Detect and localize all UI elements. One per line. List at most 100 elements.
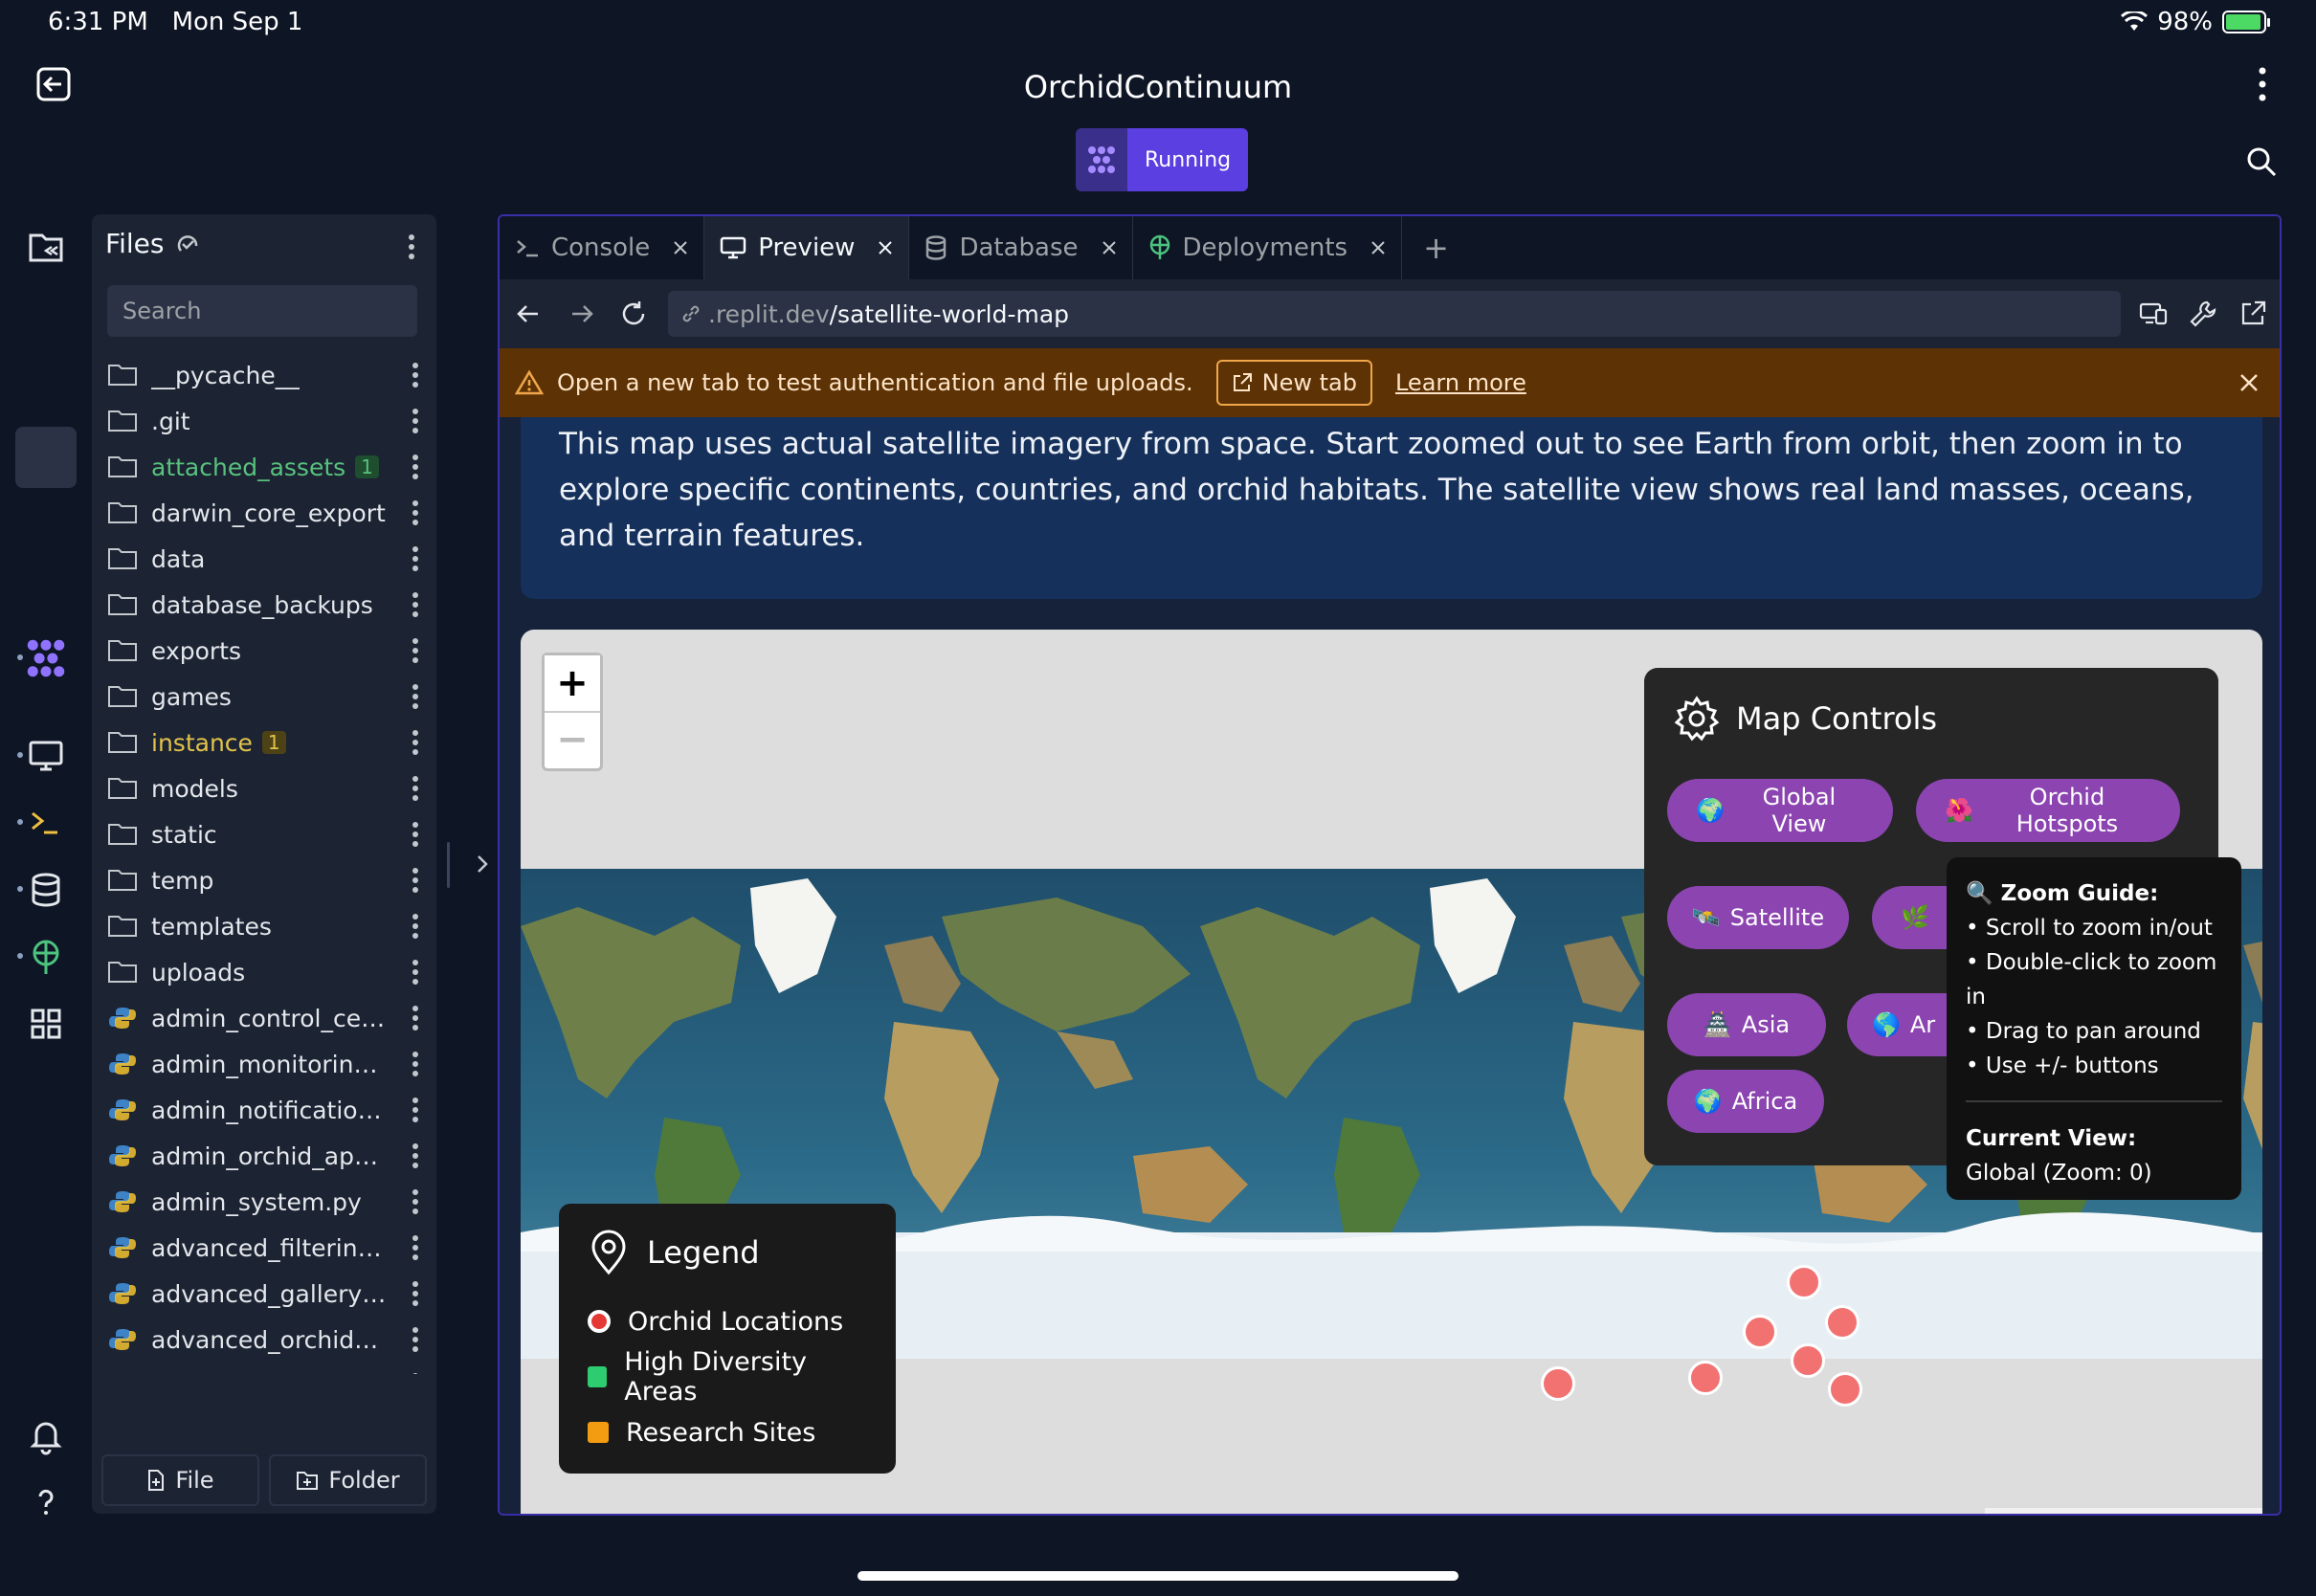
orchid-marker[interactable] <box>1828 1372 1862 1407</box>
files-menu-icon[interactable] <box>408 233 415 260</box>
item-menu-icon[interactable] <box>412 362 419 388</box>
panel-resize-handle[interactable] <box>447 842 450 888</box>
asia-button[interactable]: 🏯 Asia <box>1667 993 1826 1056</box>
item-menu-icon[interactable] <box>412 454 419 480</box>
orchid-marker[interactable] <box>1825 1305 1859 1340</box>
folder-item[interactable]: exports <box>107 628 433 674</box>
satellite-button[interactable]: 🛰️ Satellite <box>1667 886 1849 949</box>
notifications-icon[interactable] <box>25 1414 67 1456</box>
item-menu-icon[interactable] <box>412 775 419 802</box>
zoom-in-button[interactable]: + <box>545 655 600 711</box>
orchid-hotspots-button[interactable]: 🌺 Orchid Hotspots <box>1916 779 2180 842</box>
item-menu-icon[interactable] <box>412 408 419 434</box>
wrench-icon[interactable] <box>2188 299 2218 329</box>
tab-deployments[interactable]: Deployments <box>1133 216 1403 279</box>
search-icon[interactable] <box>2245 145 2278 178</box>
home-indicator[interactable] <box>857 1571 1459 1581</box>
database-icon[interactable] <box>25 869 67 911</box>
folder-item[interactable]: .git <box>107 398 433 444</box>
file-item[interactable]: advanced_photo_e... <box>107 1363 433 1374</box>
close-icon[interactable] <box>673 240 688 255</box>
file-item[interactable]: admin_system.py <box>107 1179 433 1225</box>
files-search-input[interactable] <box>107 285 417 337</box>
item-menu-icon[interactable] <box>412 1005 419 1031</box>
folder-item[interactable]: static <box>107 811 433 857</box>
file-item[interactable]: advanced_filtering... <box>107 1225 433 1271</box>
tab-preview[interactable]: Preview <box>704 216 910 279</box>
add-tab-button[interactable]: + <box>1402 230 1470 266</box>
item-menu-icon[interactable] <box>412 729 419 756</box>
global-view-button[interactable]: 🌍 Global View <box>1667 779 1893 842</box>
arrow-left-icon[interactable] <box>513 299 544 329</box>
run-button[interactable]: Running <box>1076 128 1249 191</box>
refresh-icon[interactable] <box>618 299 649 329</box>
folder-item[interactable]: instance 1 <box>107 720 433 765</box>
zoom-out-button[interactable]: − <box>545 711 600 766</box>
close-icon[interactable] <box>878 240 893 255</box>
folder-item[interactable]: temp <box>107 857 433 903</box>
file-item[interactable]: advanced_orchid_s... <box>107 1317 433 1363</box>
new-tab-button[interactable]: New tab <box>1215 360 1372 406</box>
close-icon[interactable] <box>2236 369 2262 396</box>
preview-icon[interactable] <box>25 735 67 777</box>
folder-item[interactable]: attached_assets 1 <box>107 444 433 490</box>
item-menu-icon[interactable] <box>412 821 419 848</box>
orchid-marker[interactable] <box>1743 1315 1777 1349</box>
item-menu-icon[interactable] <box>412 591 419 618</box>
item-menu-icon[interactable] <box>412 499 419 526</box>
replit-agent-icon[interactable] <box>25 637 67 679</box>
file-item[interactable]: admin_notification... <box>107 1087 433 1133</box>
file-item[interactable]: admin_orchid_appr... <box>107 1133 433 1179</box>
item-menu-icon[interactable] <box>412 545 419 572</box>
help-icon[interactable] <box>25 1481 67 1523</box>
url-field[interactable]: .replit.dev/satellite-world-map <box>668 291 2121 337</box>
item-menu-icon[interactable] <box>412 1188 419 1215</box>
item-menu-icon[interactable] <box>412 683 419 710</box>
orchid-marker[interactable] <box>1688 1361 1723 1395</box>
orchid-marker[interactable] <box>1541 1366 1575 1401</box>
folder-item[interactable]: data <box>107 536 433 582</box>
item-menu-icon[interactable] <box>412 1234 419 1261</box>
africa-button[interactable]: 🌍 Africa <box>1667 1070 1824 1133</box>
item-menu-icon[interactable] <box>412 1097 419 1123</box>
folder-item[interactable]: templates <box>107 903 433 949</box>
deployments-icon[interactable] <box>25 936 67 978</box>
new-file-button[interactable]: File <box>101 1454 259 1506</box>
orchid-marker[interactable] <box>1787 1265 1821 1299</box>
folder-item[interactable]: __pycache__ <box>107 352 433 398</box>
more-options-icon[interactable] <box>2253 63 2272 105</box>
console-icon[interactable] <box>25 802 67 844</box>
apps-grid-icon[interactable] <box>25 1003 67 1045</box>
tab-console[interactable]: Console <box>500 216 705 279</box>
item-menu-icon[interactable] <box>412 637 419 664</box>
new-folder-button[interactable]: Folder <box>269 1454 427 1506</box>
item-menu-icon[interactable] <box>412 959 419 986</box>
rail-files-active[interactable] <box>15 427 77 488</box>
arrow-right-icon[interactable] <box>567 299 597 329</box>
world-map[interactable]: + − Map Controls 🌍 Global View 🌺 Orchid … <box>521 630 2262 1514</box>
file-item[interactable]: advanced_gallery_... <box>107 1271 433 1317</box>
item-menu-icon[interactable] <box>412 913 419 940</box>
tab-database[interactable]: Database <box>909 216 1133 279</box>
files-toggle-icon[interactable] <box>25 226 67 268</box>
item-menu-icon[interactable] <box>412 1372 419 1374</box>
map-attribution[interactable] <box>1985 1508 2262 1514</box>
folder-item[interactable]: uploads <box>107 949 433 995</box>
orchid-marker[interactable] <box>1791 1343 1825 1378</box>
learn-more-link[interactable]: Learn more <box>1395 369 1526 396</box>
devices-icon[interactable] <box>2138 299 2169 329</box>
close-icon[interactable] <box>1102 240 1117 255</box>
item-menu-icon[interactable] <box>412 1280 419 1307</box>
chevron-right-icon[interactable] <box>473 852 492 876</box>
item-menu-icon[interactable] <box>412 867 419 894</box>
external-link-icon[interactable] <box>2238 299 2268 329</box>
close-icon[interactable] <box>1370 240 1386 255</box>
folder-item[interactable]: models <box>107 765 433 811</box>
file-item[interactable]: admin_monitoring... <box>107 1041 433 1087</box>
folder-item[interactable]: games <box>107 674 433 720</box>
item-menu-icon[interactable] <box>412 1326 419 1353</box>
folder-item[interactable]: database_backups <box>107 582 433 628</box>
folder-item[interactable]: darwin_core_export <box>107 490 433 536</box>
item-menu-icon[interactable] <box>412 1142 419 1169</box>
item-menu-icon[interactable] <box>412 1051 419 1077</box>
